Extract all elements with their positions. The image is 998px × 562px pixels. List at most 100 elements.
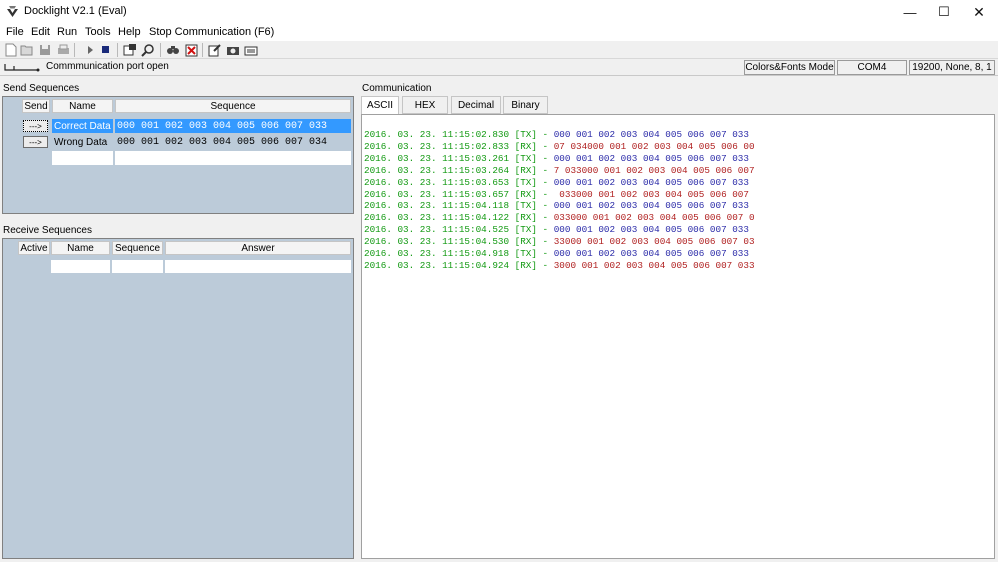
maximize-button[interactable]: ☐: [927, 0, 961, 24]
log-data: 3000 001 002 003 004 005 006 007 033: [553, 259, 755, 271]
log-data: 000 001 002 003 004 005 006 007 033: [553, 176, 749, 188]
find-icon[interactable]: [165, 42, 181, 58]
menu-stop-communication[interactable]: Stop Communication (F6): [149, 26, 274, 38]
answer-column-header[interactable]: Answer: [165, 241, 351, 255]
send-sequence-cell[interactable]: 000 001 002 003 004 005 006 007 033: [115, 119, 351, 133]
stop-icon[interactable]: [98, 42, 114, 58]
status-message: Commmunication port open: [46, 61, 169, 72]
new-receive-name-cell[interactable]: [51, 260, 110, 273]
log-line: 2016. 03. 23. 11:15:03.657 [RX] - 033000…: [364, 189, 755, 201]
send-sequences-panel: Send Name Sequence ---> Correct Data 000…: [2, 96, 354, 214]
log-direction-tx: [TX] -: [514, 200, 554, 212]
port-settings-panel: 19200, None, 8, 1: [909, 60, 995, 75]
log-data: 000 001 002 003 004 005 006 007 033: [553, 152, 749, 164]
log-timestamp: 2016. 03. 23. 11:15:04.530: [364, 236, 515, 248]
menu-tools[interactable]: Tools: [85, 26, 111, 38]
sequence-column-header[interactable]: Sequence: [112, 241, 163, 255]
log-direction-rx: [RX] -: [514, 164, 554, 176]
log-direction-tx: [TX] -: [514, 129, 554, 140]
print-icon[interactable]: [55, 42, 71, 58]
log-direction-tx: [TX] -: [514, 248, 554, 260]
log-data: 000 001 002 003 004 005 006 007 033: [553, 129, 749, 140]
log-data: 7 033000 001 002 003 004 005 006 007: [553, 164, 755, 176]
new-file-icon[interactable]: [3, 42, 19, 58]
minimize-button[interactable]: —: [893, 0, 927, 24]
receive-sequences-panel: Active Name Sequence Answer: [2, 238, 354, 559]
menu-edit[interactable]: Edit: [31, 26, 50, 38]
log-data: 000 001 002 003 004 005 006 007 033: [553, 200, 749, 212]
send-name-cell[interactable]: Correct Data: [52, 119, 113, 133]
name-column-header[interactable]: Name: [51, 241, 110, 255]
send-name-cell[interactable]: Wrong Data: [52, 135, 113, 149]
log-timestamp: 2016. 03. 23. 11:15:03.264: [364, 164, 515, 176]
log-line: 2016. 03. 23. 11:15:02.830 [TX] - 000 00…: [364, 129, 755, 141]
tab-hex[interactable]: HEX: [402, 96, 448, 114]
log-line: 2016. 03. 23. 11:15:03.261 [TX] - 000 00…: [364, 153, 755, 165]
communication-label: Communication: [362, 83, 432, 94]
log-timestamp: 2016. 03. 23. 11:15:03.657: [364, 188, 515, 200]
comm-settings-icon[interactable]: [122, 42, 138, 58]
log-direction-rx: [RX] -: [514, 140, 554, 152]
send-button-correct-data[interactable]: --->: [23, 120, 48, 132]
open-folder-icon[interactable]: [19, 42, 35, 58]
log-line: 2016. 03. 23. 11:15:04.530 [RX] - 33000 …: [364, 236, 755, 248]
send-column-header[interactable]: Send: [22, 99, 50, 113]
menu-run[interactable]: Run: [57, 26, 77, 38]
log-direction-rx: [RX] -: [514, 188, 554, 200]
log-line: 2016. 03. 23. 11:15:04.924 [RX] - 3000 0…: [364, 260, 755, 272]
log-line: 2016. 03. 23. 11:15:04.122 [RX] - 033000…: [364, 212, 755, 224]
menu-bar: File Edit Run Tools Help Stop Communicat…: [0, 24, 998, 41]
receive-sequences-label: Receive Sequences: [3, 225, 92, 236]
log-direction-rx: [RX] -: [514, 212, 554, 224]
new-receive-sequence-cell[interactable]: [112, 260, 163, 273]
snapshot-icon[interactable]: [225, 42, 241, 58]
menu-file[interactable]: File: [6, 26, 24, 38]
sequence-column-header[interactable]: Sequence: [115, 99, 351, 113]
docklight-app-icon: [7, 6, 18, 17]
save-icon[interactable]: [37, 42, 53, 58]
log-direction-rx: [RX] -: [514, 236, 554, 248]
log-direction-tx: [TX] -: [514, 152, 554, 164]
log-data: 33000 001 002 003 004 005 006 007 03: [553, 236, 755, 248]
active-column-header[interactable]: Active: [18, 241, 50, 255]
send-sequence-cell[interactable]: 000 001 002 003 004 005 006 007 034: [115, 135, 351, 149]
log-data: 033000 001 002 003 004 005 006 007: [553, 188, 749, 200]
run-icon[interactable]: [82, 42, 98, 58]
tab-decimal[interactable]: Decimal: [451, 96, 501, 114]
log-line: 2016. 03. 23. 11:15:03.264 [RX] - 7 0330…: [364, 165, 755, 177]
log-timestamp: 2016. 03. 23. 11:15:02.830: [364, 129, 515, 140]
inspect-icon[interactable]: [140, 42, 156, 58]
tab-ascii[interactable]: ASCII: [361, 96, 399, 115]
clear-icon[interactable]: [183, 42, 199, 58]
log-line: 2016. 03. 23. 11:15:04.118 [TX] - 000 00…: [364, 200, 755, 212]
log-direction-tx: [TX] -: [514, 224, 554, 236]
edit-sequence-icon[interactable]: [207, 42, 223, 58]
name-column-header[interactable]: Name: [52, 99, 113, 113]
log-timestamp: 2016. 03. 23. 11:15:02.833: [364, 140, 515, 152]
log-timestamp: 2016. 03. 23. 11:15:03.653: [364, 176, 515, 188]
log-line: 2016. 03. 23. 11:15:02.833 [RX] - 07 034…: [364, 141, 755, 153]
log-timestamp: 2016. 03. 23. 11:15:03.261: [364, 152, 515, 164]
menu-help[interactable]: Help: [118, 26, 141, 38]
keyboard-icon[interactable]: [243, 42, 259, 58]
colors-fonts-mode-panel: Colors&Fonts Mode: [744, 60, 835, 75]
log-line: 2016. 03. 23. 11:15:03.653 [TX] - 000 00…: [364, 177, 755, 189]
log-timestamp: 2016. 03. 23. 11:15:04.525: [364, 224, 515, 236]
title-bar: Docklight V2.1 (Eval) — ☐ ✕: [0, 0, 998, 24]
new-send-sequence-cell[interactable]: [115, 151, 351, 165]
log-data: 033000 001 002 003 004 005 006 007 0: [553, 212, 755, 224]
status-bar: Commmunication port open Colors&Fonts Mo…: [0, 59, 998, 76]
new-receive-answer-cell[interactable]: [165, 260, 351, 273]
send-button-wrong-data[interactable]: --->: [23, 136, 48, 148]
close-button[interactable]: ✕: [962, 0, 996, 24]
com-port-panel: COM4: [837, 60, 907, 75]
log-timestamp: 2016. 03. 23. 11:15:04.918: [364, 248, 515, 260]
log-data: 000 001 002 003 004 005 006 007 033: [553, 248, 749, 260]
communication-log-window[interactable]: 2016. 03. 23. 11:15:02.830 [TX] - 000 00…: [361, 114, 995, 559]
tab-binary[interactable]: Binary: [503, 96, 548, 114]
toolbar: [0, 41, 998, 59]
communication-log: 2016. 03. 23. 11:15:02.830 [TX] - 000 00…: [364, 129, 755, 272]
new-send-name-cell[interactable]: [52, 151, 113, 165]
log-timestamp: 2016. 03. 23. 11:15:04.924: [364, 259, 515, 271]
log-data: 000 001 002 003 004 005 006 007 033: [553, 224, 749, 236]
